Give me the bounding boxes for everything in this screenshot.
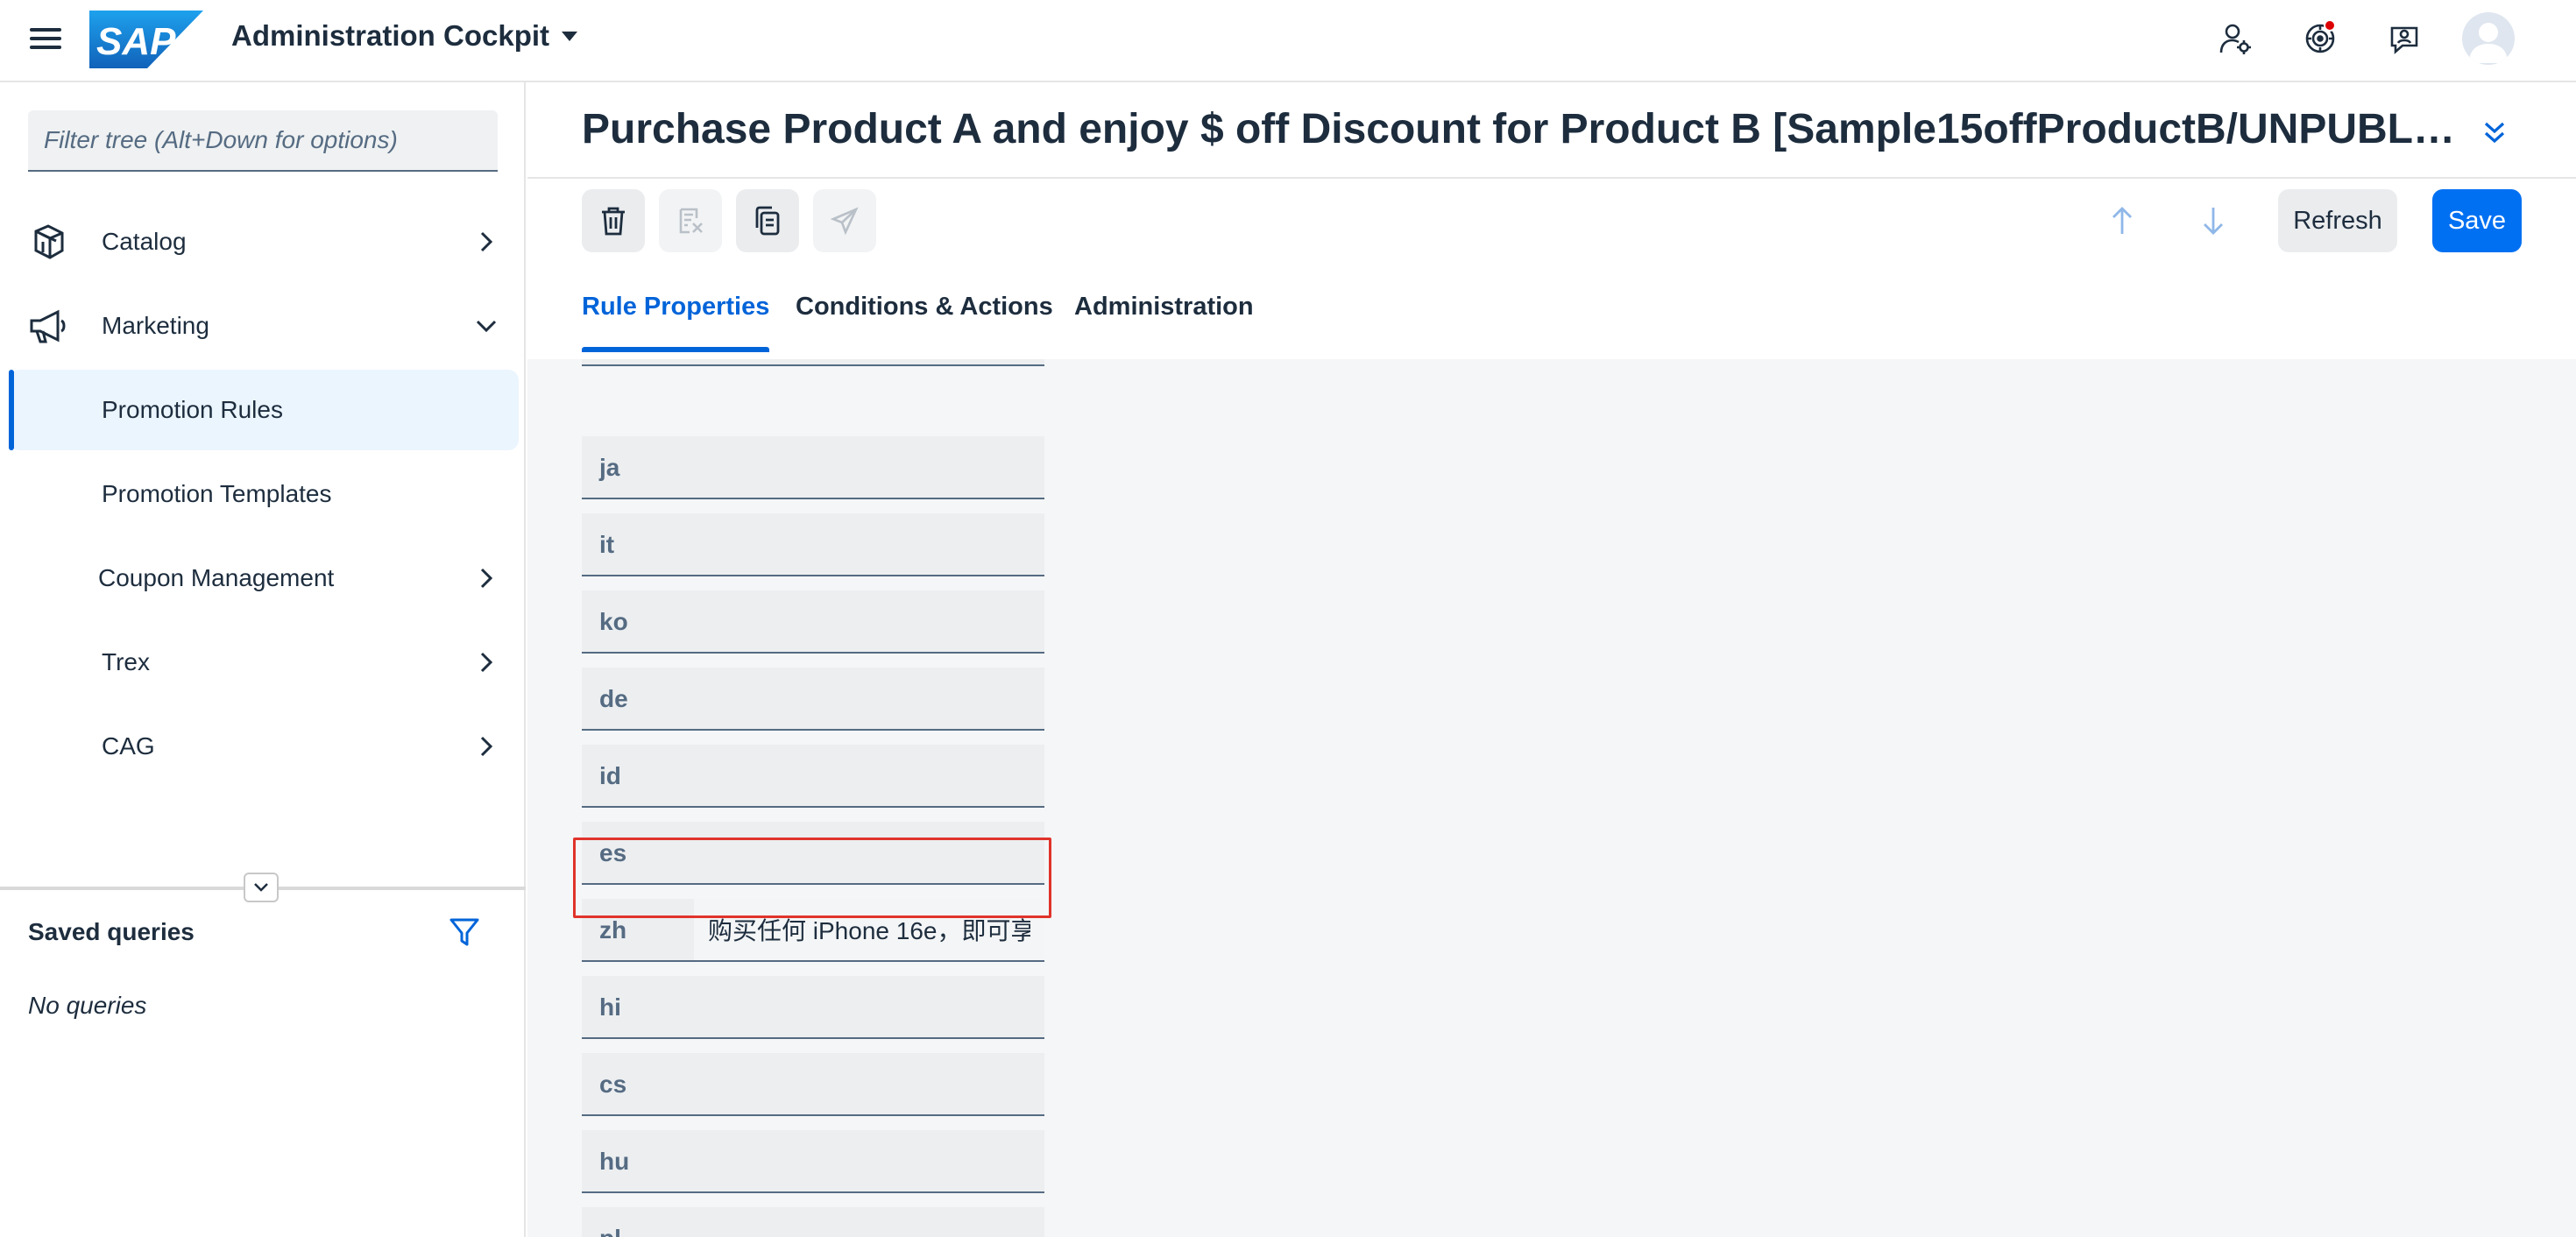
- name-input-de[interactable]: [694, 668, 1044, 731]
- name-input-hi[interactable]: [694, 976, 1044, 1039]
- move-up-button[interactable]: [2096, 189, 2148, 252]
- nav-item-label: Marketing: [102, 312, 209, 339]
- clear-icon: [679, 208, 703, 234]
- nav-item-label: Promotion Rules: [102, 396, 283, 423]
- save-button[interactable]: Save: [2432, 189, 2522, 252]
- header-divider: [527, 177, 2576, 179]
- tab-rule-properties[interactable]: Rule Properties: [582, 293, 770, 356]
- nav-item-coupon-management[interactable]: Coupon Management: [9, 538, 519, 618]
- feedback-icon[interactable]: [2383, 18, 2425, 60]
- notification-badge: [2324, 19, 2336, 32]
- language-row-zh: zh: [582, 899, 1044, 962]
- sap-logo[interactable]: SAP: [89, 11, 203, 68]
- chevron-right-icon: [473, 229, 499, 255]
- name-input-ko[interactable]: [694, 590, 1044, 654]
- user-avatar[interactable]: [2462, 12, 2515, 65]
- sap-logo-text: SAP: [96, 20, 176, 63]
- navigation-panel: Catalog Marketing Promotion Rules Promot…: [0, 82, 526, 1237]
- language-code: es: [582, 822, 694, 885]
- language-row-pl: pl: [582, 1207, 1044, 1237]
- user-settings-icon[interactable]: [2215, 18, 2257, 60]
- clear-button[interactable]: [659, 189, 722, 252]
- language-code: zh: [582, 899, 694, 962]
- language-row-es: es: [582, 822, 1044, 885]
- chevron-right-icon: [473, 649, 499, 675]
- nav-item-promotion-templates[interactable]: Promotion Templates: [9, 454, 519, 534]
- language-code: cs: [582, 1053, 694, 1116]
- nav-item-promotion-rules[interactable]: Promotion Rules: [9, 370, 519, 450]
- megaphone-icon: [28, 306, 68, 346]
- object-header: Purchase Product A and enjoy $ off Disco…: [527, 82, 2576, 359]
- language-row-ja: ja: [582, 436, 1044, 499]
- notifications-icon[interactable]: [2299, 18, 2341, 60]
- language-code: it: [582, 513, 694, 576]
- name-input-es[interactable]: [694, 822, 1044, 885]
- chevron-right-icon: [473, 565, 499, 591]
- filter-icon[interactable]: [447, 915, 482, 950]
- menu-icon[interactable]: [30, 25, 61, 56]
- no-queries-text: No queries: [28, 992, 147, 1019]
- nav-item-label: Promotion Templates: [102, 480, 332, 507]
- chevron-down-icon: [473, 313, 499, 339]
- name-input-ja[interactable]: [694, 436, 1044, 499]
- move-down-button[interactable]: [2187, 189, 2240, 252]
- delete-button[interactable]: [582, 189, 645, 252]
- nav-item-marketing[interactable]: Marketing: [9, 286, 519, 366]
- caret-down-icon: [562, 31, 578, 41]
- main-content: Purchase Product A and enjoy $ off Disco…: [527, 82, 2576, 1237]
- language-code: pl: [582, 1207, 694, 1237]
- name-input-it[interactable]: [694, 513, 1044, 576]
- arrow-down-icon: [2204, 208, 2223, 235]
- language-row-cs: cs: [582, 1053, 1044, 1116]
- app-title-menu[interactable]: Administration Cockpit: [231, 19, 578, 53]
- language-code: hi: [582, 976, 694, 1039]
- publish-icon: [831, 207, 859, 235]
- publish-button[interactable]: [813, 189, 876, 252]
- name-input-id[interactable]: [694, 745, 1044, 808]
- language-code: hu: [582, 1130, 694, 1193]
- saved-queries-title: Saved queries: [28, 918, 195, 945]
- language-code: de: [582, 668, 694, 731]
- copy-icon: [755, 206, 780, 236]
- copy-button[interactable]: [736, 189, 799, 252]
- nav-item-label: Coupon Management: [98, 564, 335, 591]
- language-code: ko: [582, 590, 694, 654]
- chevron-right-icon: [473, 733, 499, 760]
- language-code: id: [582, 745, 694, 808]
- name-input-zh[interactable]: [694, 899, 1044, 962]
- language-row-hu: hu: [582, 1130, 1044, 1193]
- tab-conditions-actions[interactable]: Conditions & Actions: [796, 293, 1053, 356]
- language-row-partial: [582, 359, 1044, 366]
- catalog-icon: [28, 222, 68, 262]
- nav-item-cag[interactable]: CAG: [9, 706, 519, 787]
- refresh-button[interactable]: Refresh: [2278, 189, 2397, 252]
- collapse-splitter-button[interactable]: [244, 873, 279, 902]
- filter-tree-input[interactable]: [28, 110, 498, 172]
- nav-item-label: Trex: [102, 648, 150, 675]
- language-code: ja: [582, 436, 694, 499]
- name-input-pl[interactable]: [694, 1207, 1044, 1237]
- nav-item-trex[interactable]: Trex: [9, 622, 519, 703]
- language-row-it: it: [582, 513, 1044, 576]
- name-input-cs[interactable]: [694, 1053, 1044, 1116]
- name-input-hu[interactable]: [694, 1130, 1044, 1193]
- language-row-id: id: [582, 745, 1044, 808]
- expand-header-icon[interactable]: [2474, 112, 2515, 152]
- arrow-up-icon: [2112, 207, 2132, 234]
- nav-item-label: Catalog: [102, 228, 187, 255]
- shell-bar: SAP Administration Cockpit: [0, 0, 2576, 82]
- delete-icon: [602, 207, 625, 236]
- tab-administration[interactable]: Administration: [1074, 293, 1254, 356]
- app-title: Administration Cockpit: [231, 19, 550, 52]
- page-title: Purchase Product A and enjoy $ off Disco…: [582, 106, 2466, 152]
- nav-item-label: CAG: [102, 732, 155, 760]
- language-row-hi: hi: [582, 976, 1044, 1039]
- language-row-ko: ko: [582, 590, 1044, 654]
- nav-item-catalog[interactable]: Catalog: [9, 201, 519, 282]
- language-row-de: de: [582, 668, 1044, 731]
